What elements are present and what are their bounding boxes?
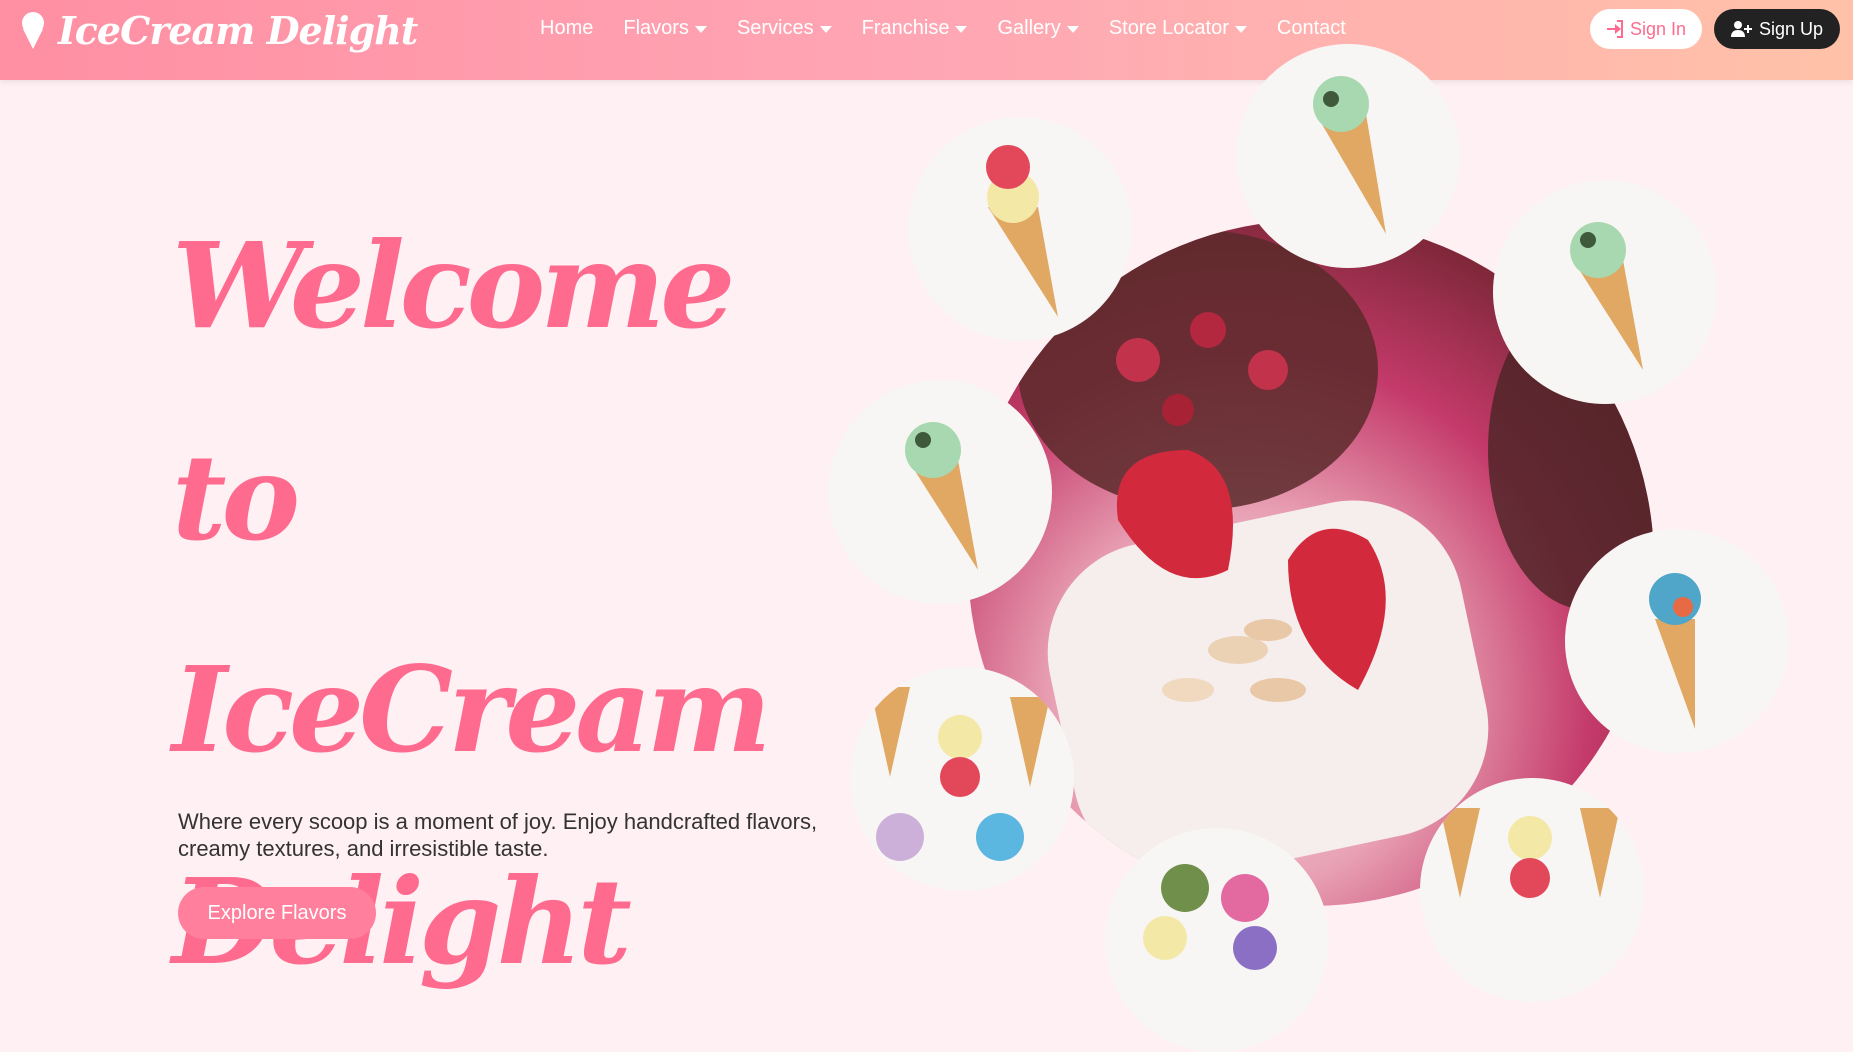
nav-store-locator[interactable]: Store Locator [1109,17,1247,40]
nav-store-locator-label: Store Locator [1108,16,1229,39]
nav-franchise-label: Franchise [861,16,950,39]
sign-up-button[interactable]: Sign Up [1714,9,1840,49]
caret-down-icon [819,25,832,33]
user-plus-icon [1730,21,1752,37]
explore-flavors-button[interactable]: Explore Flavors [178,887,376,939]
hero-description: Where every scoop is a moment of joy. En… [178,809,818,861]
brand-name: IceCream Delight [58,8,418,53]
nav-contact[interactable]: Contact [1277,17,1346,40]
nav-flavors[interactable]: Flavors [623,17,707,40]
nav-franchise[interactable]: Franchise [862,17,968,40]
nav-gallery[interactable]: Gallery [997,16,1079,40]
top-navbar: IceCream Delight Home Flavors Services F… [0,0,1853,80]
ice-cream-icon [22,11,44,49]
nav-flavors-label: Flavors [623,16,689,39]
mint-cone-photo [1570,222,1643,370]
assorted-cones-photo [870,687,1050,861]
strawberry-cone-photo [986,145,1058,317]
assorted-cones-thumbnail-right [1420,778,1644,1002]
caret-down-icon [694,25,707,33]
sign-up-label: Sign Up [1758,18,1824,39]
nav-services[interactable]: Services [737,17,832,40]
sign-in-icon [1606,20,1623,38]
sign-in-label: Sign In [1629,18,1687,39]
caret-down-icon [955,25,968,33]
nav-contact-label: Contact [1276,16,1346,39]
blue-cone-thumbnail [1565,529,1789,753]
blue-cone-photo [1649,573,1701,729]
nav-home-label: Home [540,16,594,39]
mixed-scoops-thumbnail [1105,828,1329,1052]
mint-cone-photo [1313,76,1386,234]
sign-in-button[interactable]: Sign In [1590,9,1702,49]
mint-cone-photo [905,422,978,570]
caret-down-icon [1234,25,1247,33]
hero-title-line-2: IceCream [172,640,772,779]
strawberry-cone-thumbnail [908,117,1132,341]
nav-home[interactable]: Home [540,17,593,40]
main-menu: Home Flavors Services Franchise Gallery … [540,0,1376,56]
assorted-cones-photo [1440,808,1620,898]
nav-services-label: Services [736,16,814,39]
nav-gallery-label: Gallery [997,16,1061,39]
caret-down-icon [1066,25,1079,33]
mixed-scoops-photo [1143,864,1277,970]
assorted-cones-thumbnail-left [850,667,1074,891]
hero-title-line-1: Welcome to [172,216,735,567]
mint-cone-thumbnail-right [1493,180,1717,404]
mint-cone-thumbnail-top [1236,44,1460,268]
brand-logo[interactable]: IceCream Delight [18,8,418,53]
explore-flavors-label: Explore Flavors [207,901,347,924]
mint-cone-thumbnail-left [828,380,1052,604]
